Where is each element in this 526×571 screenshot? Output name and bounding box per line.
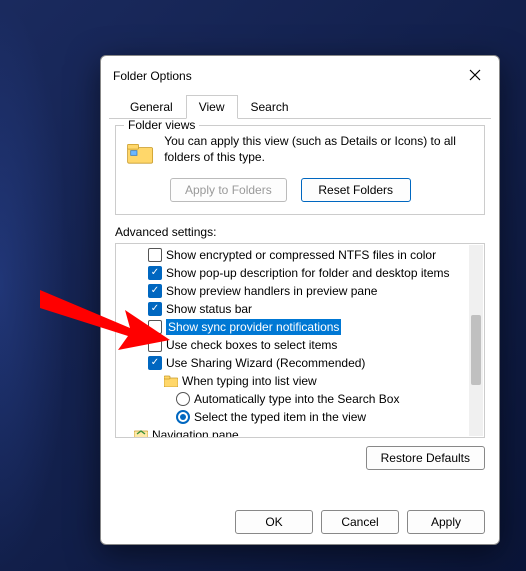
radio[interactable]: [176, 410, 190, 424]
tree-label: Use Sharing Wizard (Recommended): [166, 355, 365, 371]
cancel-button[interactable]: Cancel: [321, 510, 399, 534]
folder-icon: [164, 375, 178, 387]
tree-row[interactable]: Show preview handlers in preview pane: [116, 282, 484, 300]
tree-row[interactable]: Use check boxes to select items: [116, 336, 484, 354]
tab-content: Folder views You can apply this view (su…: [101, 119, 499, 500]
tree-row[interactable]: Use Sharing Wizard (Recommended): [116, 354, 484, 372]
checkbox[interactable]: [148, 248, 162, 262]
tab-general[interactable]: General: [117, 95, 186, 119]
tree-label: Automatically type into the Search Box: [194, 391, 399, 407]
tree-label: Show encrypted or compressed NTFS files …: [166, 247, 436, 263]
tree-label: Show preview handlers in preview pane: [166, 283, 377, 299]
apply-to-folders-button: Apply to Folders: [170, 178, 287, 202]
tree-label: Show status bar: [166, 301, 252, 317]
close-icon: [469, 69, 481, 81]
checkbox[interactable]: [148, 338, 162, 352]
dialog-footer: OK Cancel Apply: [101, 500, 499, 544]
checkbox[interactable]: [148, 356, 162, 370]
tree-label: Navigation pane: [152, 427, 239, 438]
close-button[interactable]: [461, 64, 489, 88]
tree-label: Show sync provider notifications: [166, 319, 341, 335]
folder-icon: [126, 138, 154, 168]
checkbox[interactable]: [148, 302, 162, 316]
checkbox[interactable]: [148, 266, 162, 280]
dialog-title: Folder Options: [113, 69, 192, 83]
tree-row[interactable]: Show pop-up description for folder and d…: [116, 264, 484, 282]
scrollbar[interactable]: [469, 245, 483, 436]
tree-row[interactable]: Navigation pane: [116, 426, 484, 438]
tree-label: Show pop-up description for folder and d…: [166, 265, 450, 281]
checkbox[interactable]: [148, 284, 162, 298]
folder-views-desc: You can apply this view (such as Details…: [164, 134, 474, 165]
folder-options-dialog: Folder Options General View Search Folde…: [100, 55, 500, 545]
tree-row[interactable]: Automatically type into the Search Box: [116, 390, 484, 408]
checkbox[interactable]: [148, 320, 162, 334]
advanced-settings-label: Advanced settings:: [115, 225, 485, 239]
reset-folders-button[interactable]: Reset Folders: [301, 178, 411, 202]
tree-row[interactable]: Select the typed item in the view: [116, 408, 484, 426]
tree-label: Select the typed item in the view: [194, 409, 366, 425]
radio[interactable]: [176, 392, 190, 406]
tree-row[interactable]: Show sync provider notifications: [116, 318, 484, 336]
nav-icon: [134, 429, 148, 438]
tab-view[interactable]: View: [186, 95, 238, 119]
tree-row[interactable]: Show status bar: [116, 300, 484, 318]
tree-row[interactable]: Show encrypted or compressed NTFS files …: [116, 246, 484, 264]
tree-label: When typing into list view: [182, 373, 317, 389]
tabs: General View Search: [109, 94, 491, 119]
restore-defaults-button[interactable]: Restore Defaults: [366, 446, 485, 470]
folder-views-group: Folder views You can apply this view (su…: [115, 125, 485, 215]
tree-label: Use check boxes to select items: [166, 337, 337, 353]
advanced-settings-tree[interactable]: Show encrypted or compressed NTFS files …: [115, 243, 485, 438]
scrollbar-thumb[interactable]: [471, 315, 481, 385]
folder-views-legend: Folder views: [124, 119, 199, 132]
tree-row[interactable]: When typing into list view: [116, 372, 484, 390]
titlebar: Folder Options: [101, 56, 499, 92]
ok-button[interactable]: OK: [235, 510, 313, 534]
apply-button[interactable]: Apply: [407, 510, 485, 534]
tab-search[interactable]: Search: [238, 95, 302, 119]
